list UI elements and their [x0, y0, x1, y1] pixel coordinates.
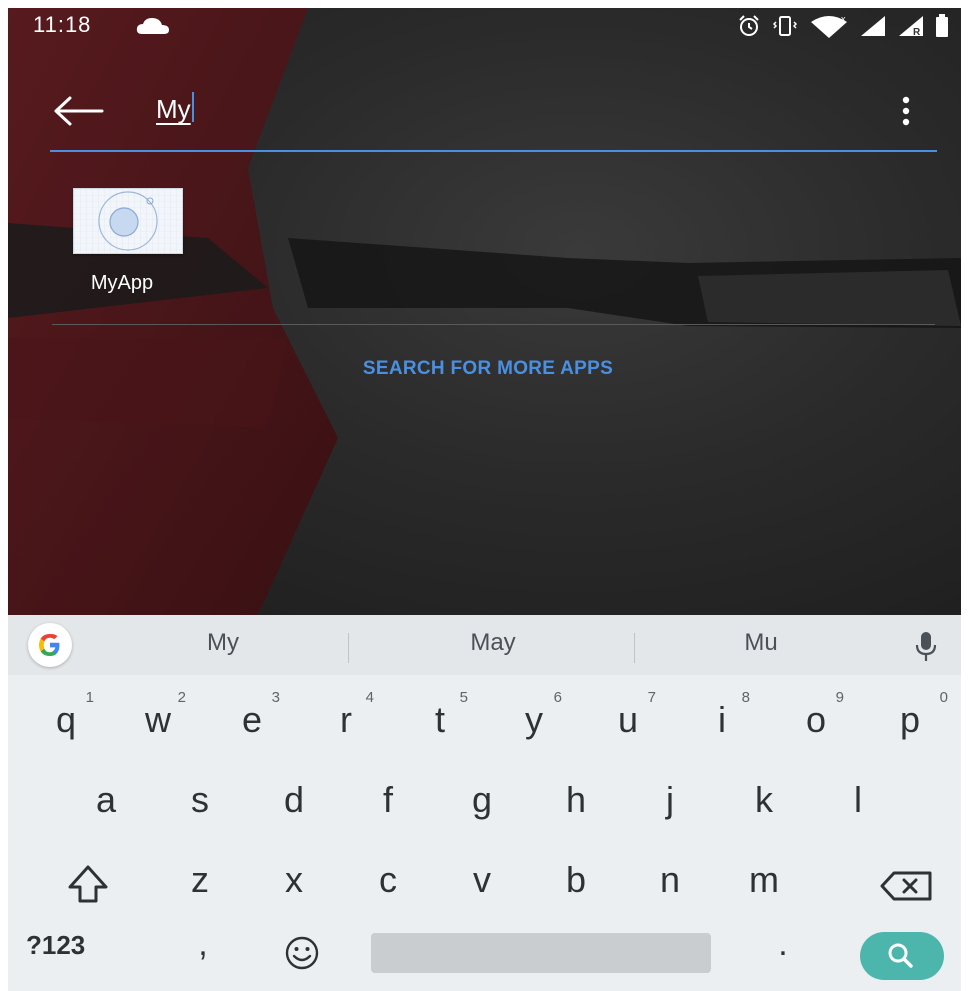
key-label: g: [471, 779, 493, 820]
search-icon: [888, 943, 913, 968]
key-i[interactable]: 8i: [682, 685, 762, 763]
search-underline: [50, 150, 937, 152]
key-label: u: [617, 699, 639, 740]
signal-roaming-icon: R: [899, 16, 923, 38]
key-comma[interactable]: ,: [178, 925, 228, 975]
alarm-icon: [739, 15, 759, 36]
myapp-icon: [73, 188, 183, 254]
search-more-apps-button[interactable]: SEARCH FOR MORE APPS: [268, 358, 708, 380]
keyboard: My May Mu 1q 2w 3e 4r 5t 6y 7u 8i 9o 0p …: [8, 615, 961, 991]
key-u[interactable]: 7u: [588, 685, 668, 763]
suggestion-3[interactable]: Mu: [696, 629, 826, 657]
key-label: s: [191, 779, 209, 820]
key-label: x: [285, 859, 303, 900]
key-o[interactable]: 9o: [776, 685, 856, 763]
key-label: l: [854, 779, 862, 820]
key-v[interactable]: v: [442, 845, 522, 923]
text-cursor: [191, 92, 194, 122]
search-input[interactable]: My: [156, 92, 194, 132]
key-label: t: [434, 699, 445, 740]
key-l[interactable]: l: [818, 765, 898, 843]
wallpaper-art: [8, 8, 961, 615]
search-query-text: My: [156, 94, 191, 124]
key-label: h: [565, 779, 587, 820]
key-r[interactable]: 4r: [306, 685, 386, 763]
key-label: e: [241, 699, 263, 740]
status-bar: 11:18 x R: [8, 8, 961, 44]
overflow-menu-icon[interactable]: [896, 94, 916, 130]
key-label: c: [379, 859, 397, 900]
key-label: p: [899, 699, 921, 740]
signal-icon: [861, 16, 885, 36]
suggestion-bar: My May Mu: [8, 615, 961, 675]
key-label: r: [340, 699, 352, 740]
key-c[interactable]: c: [348, 845, 428, 923]
svg-text:R: R: [913, 27, 921, 38]
suggestion-2[interactable]: May: [428, 629, 558, 657]
key-s[interactable]: s: [160, 765, 240, 843]
suggestion-divider: [634, 633, 635, 663]
key-label: q: [55, 699, 77, 740]
status-icons: x R: [737, 14, 949, 38]
svg-text:x: x: [841, 14, 846, 24]
key-n[interactable]: n: [630, 845, 710, 923]
key-f[interactable]: f: [348, 765, 428, 843]
key-label: f: [382, 779, 393, 820]
key-label: n: [659, 859, 681, 900]
wifi-icon: x: [811, 14, 847, 38]
status-time: 11:18: [33, 12, 92, 37]
key-d[interactable]: d: [254, 765, 334, 843]
suggestion-divider: [348, 633, 349, 663]
key-label: z: [191, 859, 209, 900]
key-x[interactable]: x: [254, 845, 334, 923]
shift-icon[interactable]: [48, 847, 128, 925]
key-period[interactable]: .: [758, 925, 808, 975]
app-result-myapp[interactable]: MyApp: [58, 186, 188, 301]
suggestion-1[interactable]: My: [158, 629, 288, 657]
key-k[interactable]: k: [724, 765, 804, 843]
key-label: i: [718, 699, 726, 740]
key-label: d: [283, 779, 305, 820]
key-h[interactable]: h: [536, 765, 616, 843]
key-w[interactable]: 2w: [118, 685, 198, 763]
key-label: a: [95, 779, 117, 820]
key-g[interactable]: g: [442, 765, 522, 843]
key-label: k: [755, 779, 773, 820]
cloud-icon: [136, 18, 169, 34]
key-a[interactable]: a: [66, 765, 146, 843]
key-b[interactable]: b: [536, 845, 616, 923]
spacebar[interactable]: [371, 933, 711, 973]
key-e[interactable]: 3e: [212, 685, 292, 763]
key-label: v: [473, 859, 491, 900]
results-divider: [52, 324, 935, 325]
wallpaper: 11:18 x R My MyApp SEARCH FOR MORE APPS: [8, 8, 961, 615]
back-arrow-icon[interactable]: [50, 93, 106, 129]
key-label: b: [565, 859, 587, 900]
key-p[interactable]: 0p: [870, 685, 950, 763]
backspace-icon[interactable]: [864, 847, 944, 925]
key-label: m: [749, 859, 779, 900]
app-label: MyApp: [90, 272, 154, 294]
key-label: j: [666, 779, 674, 820]
key-label: o: [805, 699, 827, 740]
key-label: y: [525, 699, 543, 740]
vibrate-icon: [772, 16, 798, 36]
search-key[interactable]: [860, 932, 944, 980]
key-y[interactable]: 6y: [494, 685, 574, 763]
battery-icon: [936, 14, 948, 37]
key-m[interactable]: m: [724, 845, 804, 923]
key-t[interactable]: 5t: [400, 685, 480, 763]
key-q[interactable]: 1q: [26, 685, 106, 763]
key-j[interactable]: j: [630, 765, 710, 843]
key-z[interactable]: z: [160, 845, 240, 923]
key-label: w: [145, 699, 171, 740]
mic-icon[interactable]: [914, 631, 938, 663]
phone-screen: 11:18 x R My MyApp SEARCH FOR MORE APPS …: [8, 8, 961, 991]
emoji-icon[interactable]: [280, 933, 324, 977]
key-symbols[interactable]: ?123: [26, 930, 85, 961]
google-logo-icon[interactable]: [28, 623, 72, 667]
